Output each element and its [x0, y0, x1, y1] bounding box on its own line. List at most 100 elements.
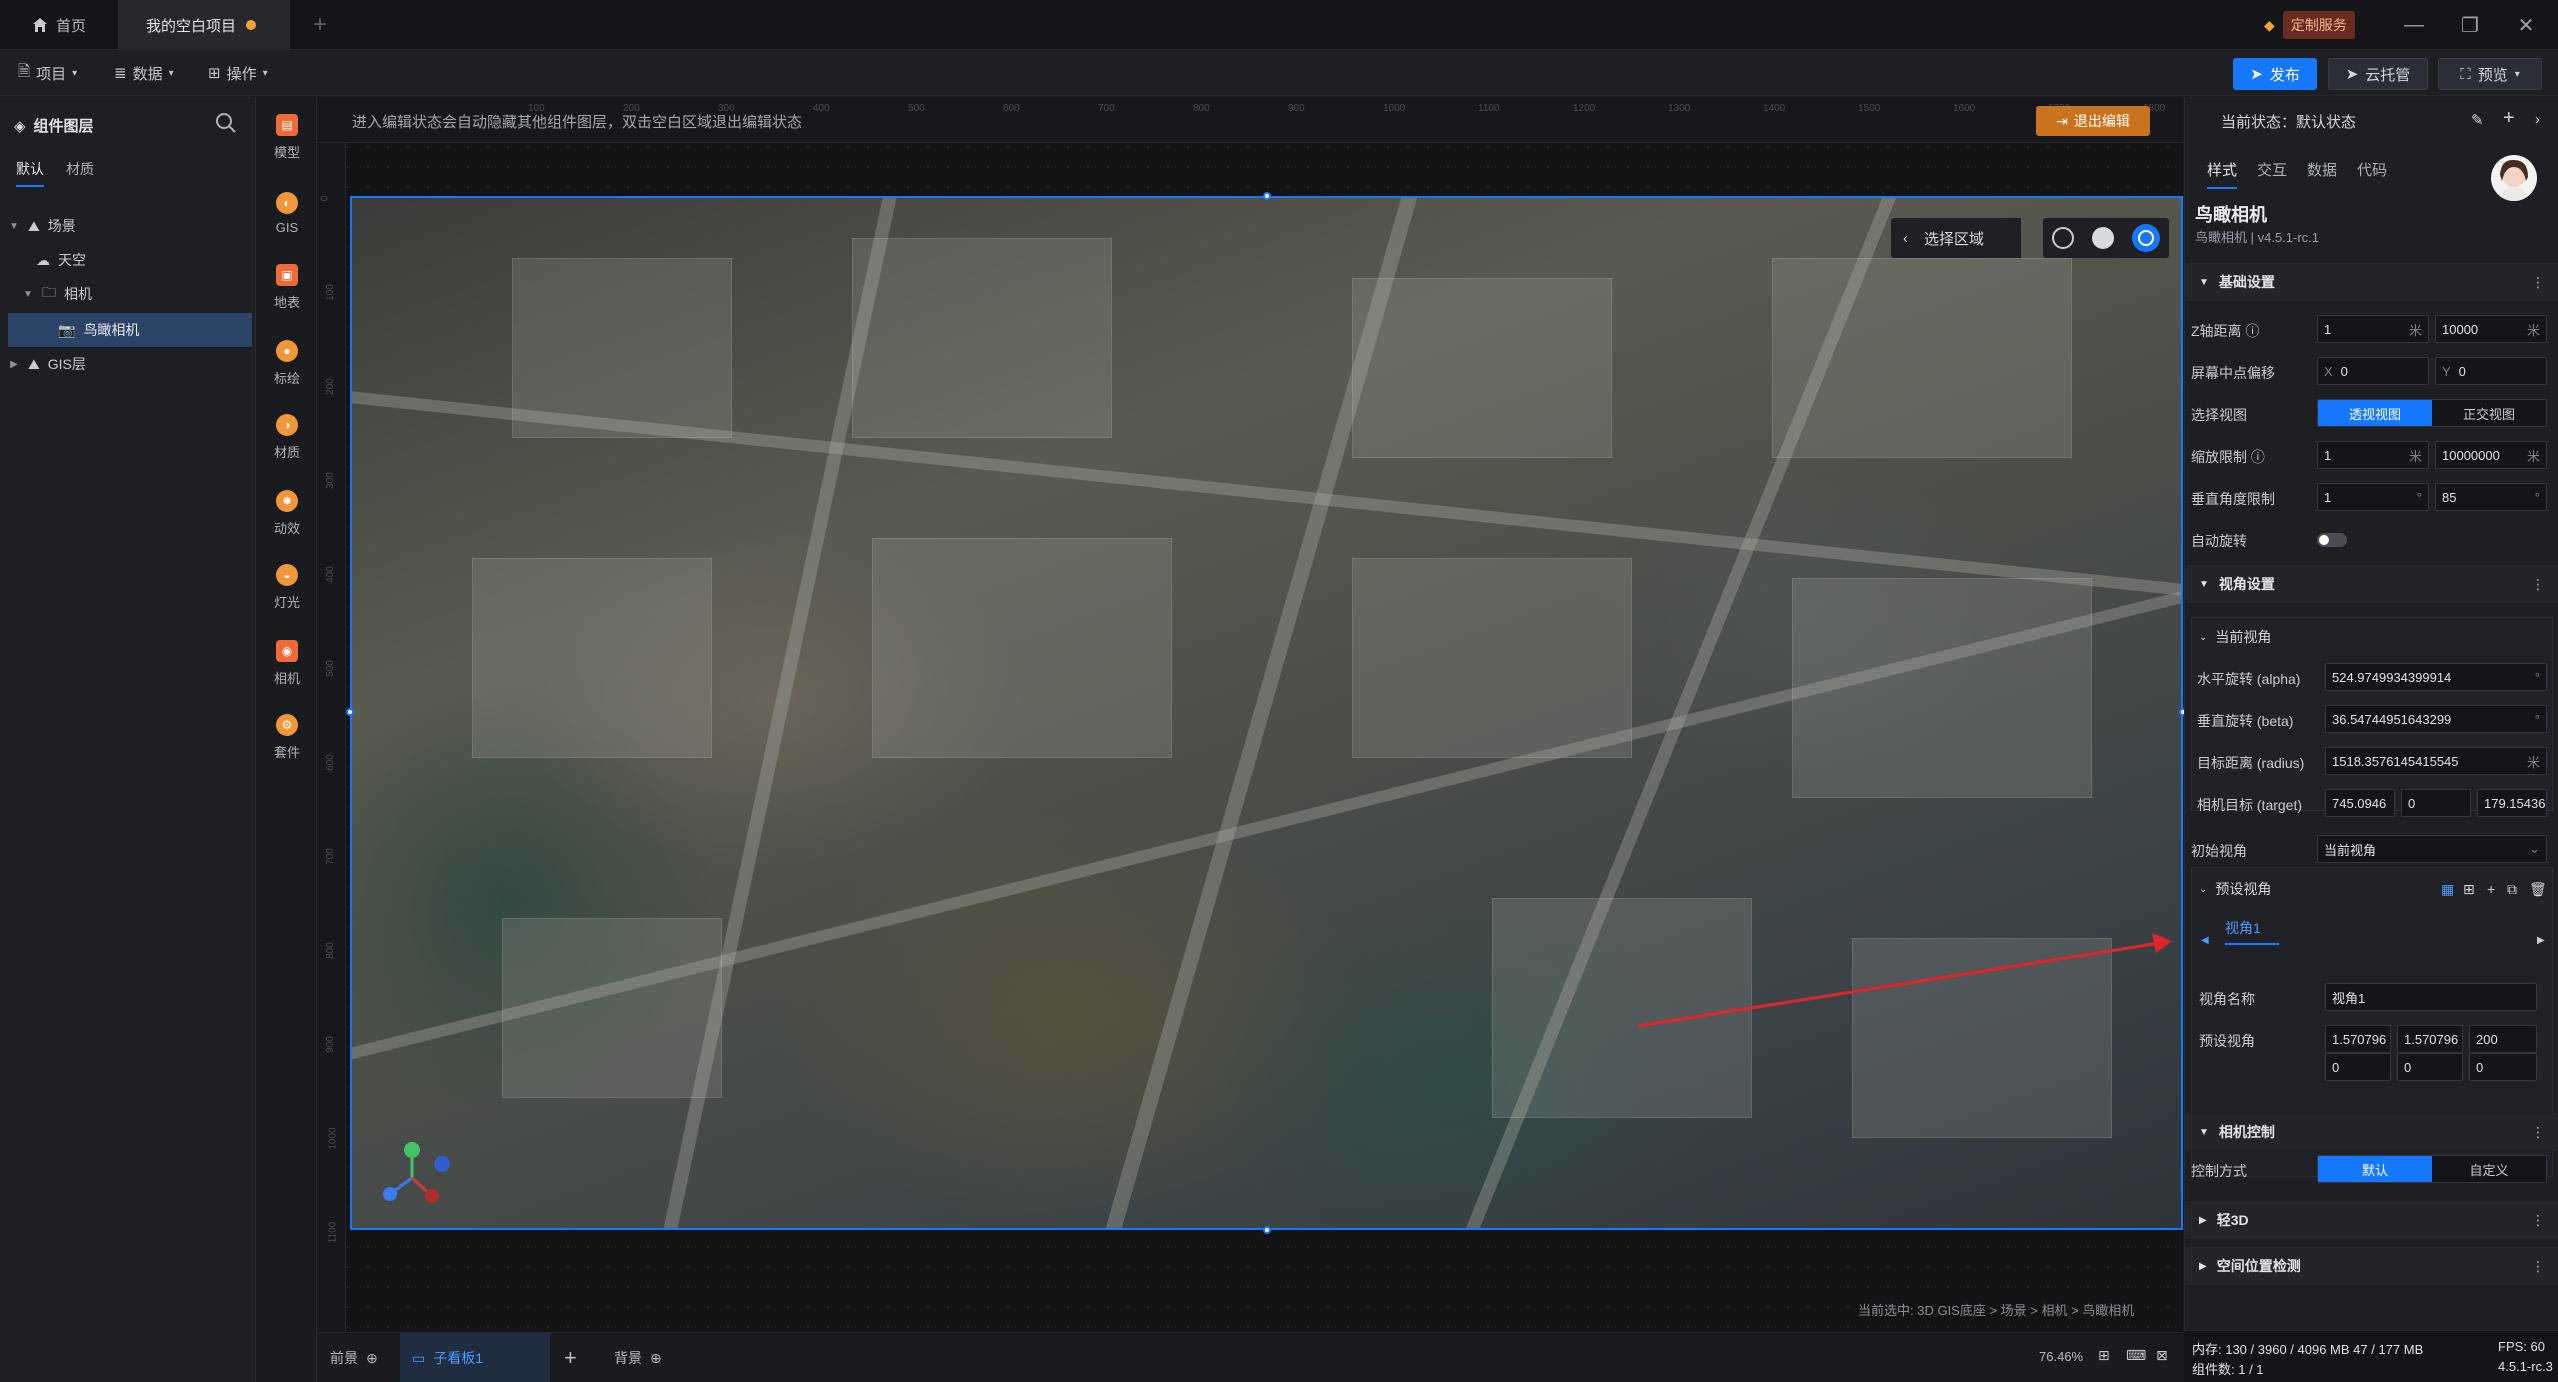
preset-value-4[interactable]: 0 [2325, 1053, 2391, 1081]
exit-edit-button[interactable]: ⇥ 退出编辑 [2036, 106, 2150, 136]
copy-icon[interactable]: ⧉ [2507, 881, 2517, 898]
delete-icon[interactable]: 🗑 [2529, 881, 2547, 898]
more-icon[interactable]: ⋮ [2531, 1258, 2545, 1275]
table-icon[interactable]: ▦ [2441, 881, 2454, 898]
target-z-input[interactable]: 179.15436 [2477, 789, 2547, 817]
tree-item-scene[interactable]: ▼ ⛰ 场景 [8, 209, 252, 243]
more-icon[interactable]: ⋮ [2531, 274, 2545, 291]
z-min-input[interactable]: 1米 [2317, 315, 2429, 343]
publish-button[interactable]: ➤ 发布 [2233, 58, 2317, 90]
tab-code[interactable]: 代码 [2357, 159, 2387, 180]
plus-circle-icon[interactable]: ⊕ [366, 1350, 378, 1367]
select-region-button[interactable]: ‹ 选择区域 [1891, 218, 2021, 258]
tab-home[interactable]: 首页 [0, 0, 118, 50]
fit-screen-icon[interactable]: ⊞ [2098, 1347, 2110, 1364]
help-icon[interactable]: ⓘ [2251, 449, 2265, 465]
more-icon[interactable]: ⋮ [2531, 1212, 2545, 1229]
globe-icon[interactable] [2052, 227, 2074, 249]
restore-button[interactable]: ❐ [2442, 0, 2498, 50]
subtab-default[interactable]: 默认 [16, 159, 44, 187]
project-menu[interactable]: 🗎 项目 ▾ [18, 50, 77, 96]
auto-rotate-toggle[interactable] [2317, 533, 2347, 547]
caret-down-icon[interactable]: ▼ [8, 221, 20, 232]
offset-y-input[interactable]: Y0 [2435, 357, 2547, 385]
tab-view1[interactable]: 视角1 [2225, 911, 2279, 945]
custom-service-button[interactable]: ◆ 定制服务 [2256, 9, 2365, 41]
cloud-host-button[interactable]: ➤ 云托管 [2328, 58, 2428, 90]
lib-plot[interactable]: ● 标绘 [257, 333, 317, 393]
preset-value-2[interactable]: 1.570796 [2397, 1025, 2463, 1053]
z-max-input[interactable]: 10000 米 [2435, 315, 2547, 343]
lib-light[interactable]: ◒ 灯光 [257, 557, 317, 617]
avatar[interactable] [2491, 155, 2537, 201]
add-state-icon[interactable]: + [2503, 107, 2515, 130]
section-space-detect[interactable]: ▶ 空间位置检测 ⋮ [2185, 1247, 2558, 1285]
axis-gizmo-icon[interactable] [372, 1138, 462, 1218]
tab-foreground[interactable]: 前景 ⊕ [330, 1333, 378, 1382]
tab-background[interactable]: 背景 ⊕ [614, 1333, 662, 1382]
scale-max-input[interactable]: 10000000 米 [2435, 441, 2547, 469]
add-tab-button[interactable]: + [300, 0, 340, 50]
lib-surface[interactable]: ▣ 地表 [257, 257, 317, 317]
more-icon[interactable]: ⋮ [2531, 1124, 2545, 1141]
subtab-material[interactable]: 材质 [66, 159, 94, 179]
vert-min-input[interactable]: 1 ° [2317, 483, 2429, 511]
lib-kit[interactable]: ⚙ 套件 [257, 707, 317, 767]
tree-item-sky[interactable]: ☁ 天空 [8, 243, 252, 277]
preset-value-3[interactable]: 200 [2469, 1025, 2537, 1053]
offset-x-input[interactable]: X0 [2317, 357, 2429, 385]
tree-item-gis-layer[interactable]: ▶ ⛰ GIS层 [8, 347, 252, 381]
preset-view-header[interactable]: ⌄ 预设视角 ▦ ⊞ + ⧉ 🗑 [2191, 879, 2553, 899]
resize-handle[interactable] [346, 708, 354, 716]
init-view-select[interactable]: 当前视角 ⌄ [2317, 835, 2547, 863]
more-icon[interactable]: ⋮ [2531, 576, 2545, 593]
add-icon[interactable]: + [2487, 881, 2495, 897]
resize-handle[interactable] [1263, 192, 1271, 200]
data-menu[interactable]: ≣ 数据 ▾ [114, 50, 174, 96]
3d-viewport[interactable] [350, 196, 2183, 1230]
ortho-view-option[interactable]: 正交视图 [2432, 400, 2546, 426]
section-light3d[interactable]: ▶ 轻3D ⋮ [2185, 1201, 2558, 1239]
keyboard-icon[interactable]: ⌨ [2126, 1347, 2146, 1364]
operate-menu[interactable]: ⊞ 操作 ▾ [208, 50, 268, 96]
control-default-option[interactable]: 默认 [2318, 1156, 2432, 1182]
lib-gis[interactable]: ◐ GIS [257, 183, 317, 243]
radius-input[interactable]: 1518.3576145415545 米 [2325, 747, 2547, 775]
tab-sub-board[interactable]: ▭ 子看板1 [400, 1333, 550, 1382]
lib-effect[interactable]: ✸ 动效 [257, 483, 317, 543]
current-view-header[interactable]: ⌄ 当前视角 [2191, 627, 2553, 647]
terminal-icon[interactable]: ⊠ [2156, 1347, 2168, 1364]
chevron-right-icon[interactable]: ▶ [2537, 935, 2545, 946]
sphere-icon[interactable] [2092, 227, 2114, 249]
lib-model[interactable]: ▤ 模型 [257, 107, 317, 167]
chevron-right-icon[interactable]: › [2535, 111, 2540, 128]
section-basic[interactable]: ▼ 基础设置 ⋮ [2185, 263, 2558, 301]
search-icon[interactable] [214, 111, 238, 135]
beta-input[interactable]: 36.54744951643299 ° [2325, 705, 2547, 733]
close-button[interactable]: ✕ [2498, 0, 2554, 50]
vert-max-input[interactable]: 85 ° [2435, 483, 2547, 511]
preset-value-6[interactable]: 0 [2469, 1053, 2537, 1081]
tab-style[interactable]: 样式 [2207, 159, 2238, 189]
alpha-input[interactable]: 524.9749934399914 ° [2325, 663, 2547, 691]
minimize-button[interactable]: — [2386, 0, 2442, 50]
caret-down-icon[interactable]: ▼ [22, 289, 34, 300]
preview-button[interactable]: ⛶ 预览 ▾ [2438, 58, 2542, 90]
help-icon[interactable]: ⓘ [2245, 323, 2259, 339]
resize-handle[interactable] [1263, 1226, 1271, 1234]
scale-min-input[interactable]: 1米 [2317, 441, 2429, 469]
tab-data[interactable]: 数据 [2307, 159, 2337, 180]
preset-value-1[interactable]: 1.570796 [2325, 1025, 2391, 1053]
target-y-input[interactable]: 0 [2401, 789, 2471, 817]
section-view[interactable]: ▼ 视角设置 ⋮ [2185, 565, 2558, 603]
view-name-input[interactable]: 视角1 [2325, 983, 2537, 1011]
add-board-button[interactable]: + [564, 1333, 577, 1382]
edit-icon[interactable]: ✎ [2471, 111, 2484, 129]
lib-material[interactable]: ◑ 材质 [257, 407, 317, 467]
tree-item-camera-group[interactable]: ▼ 🗀 相机 [8, 277, 252, 311]
layout-icon[interactable]: ⊞ [2463, 881, 2475, 898]
section-camera-control[interactable]: ▼ 相机控制 ⋮ [2185, 1113, 2558, 1151]
chevron-left-icon[interactable]: ◀ [2201, 935, 2209, 946]
orbit-icon[interactable] [2132, 224, 2160, 252]
tree-item-aerial-camera[interactable]: 📷 鸟瞰相机 [8, 313, 252, 347]
